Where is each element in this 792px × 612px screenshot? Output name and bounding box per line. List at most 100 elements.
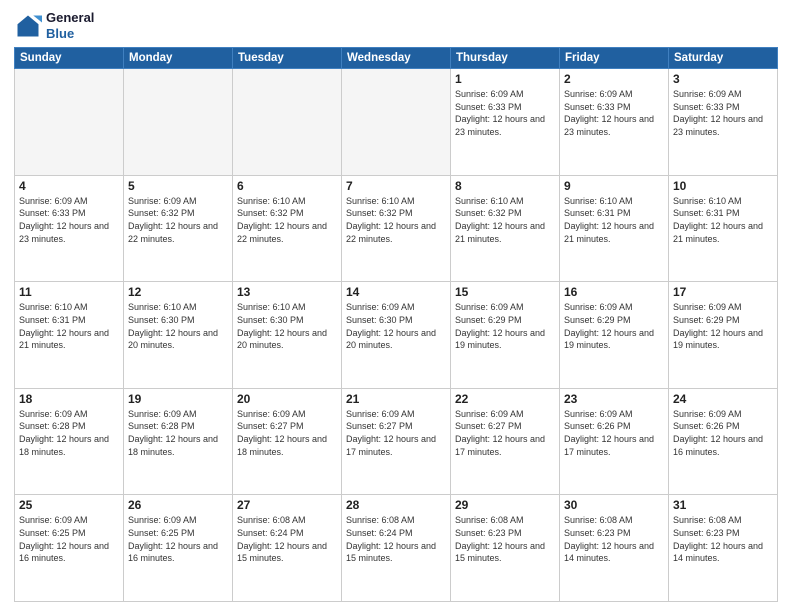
day-number: 13 [237, 285, 337, 299]
day-number: 28 [346, 498, 446, 512]
day-number: 2 [564, 72, 664, 86]
day-cell: 23 Sunrise: 6:09 AMSunset: 6:26 PMDayligh… [560, 388, 669, 495]
day-cell: 18 Sunrise: 6:09 AMSunset: 6:28 PMDayligh… [15, 388, 124, 495]
day-number: 7 [346, 179, 446, 193]
day-details: Sunrise: 6:09 AMSunset: 6:30 PMDaylight:… [346, 301, 446, 351]
logo: General Blue [14, 10, 94, 41]
day-details: Sunrise: 6:09 AMSunset: 6:29 PMDaylight:… [564, 301, 664, 351]
day-details: Sunrise: 6:09 AMSunset: 6:27 PMDaylight:… [237, 408, 337, 458]
day-cell: 15Sunrise: 6:09 AMSunset: 6:29 PMDayligh… [451, 282, 560, 389]
day-details: Sunrise: 6:09 AMSunset: 6:33 PMDaylight:… [564, 88, 664, 138]
day-details: Sunrise: 6:08 AMSunset: 6:24 PMDaylight:… [346, 514, 446, 564]
logo-icon [14, 12, 42, 40]
day-number: 9 [564, 179, 664, 193]
day-details: Sunrise: 6:09 AMSunset: 6:25 PMDaylight:… [19, 514, 119, 564]
day-cell: 5 Sunrise: 6:09 AMSunset: 6:32 PMDaylight… [124, 175, 233, 282]
day-cell: 6 Sunrise: 6:10 AMSunset: 6:32 PMDaylight… [233, 175, 342, 282]
day-cell: 12Sunrise: 6:10 AMSunset: 6:30 PMDayligh… [124, 282, 233, 389]
header-row: SundayMondayTuesdayWednesdayThursdayFrid… [15, 48, 778, 69]
calendar: SundayMondayTuesdayWednesdayThursdayFrid… [14, 47, 778, 602]
day-number: 1 [455, 72, 555, 86]
day-details: Sunrise: 6:09 AMSunset: 6:27 PMDaylight:… [346, 408, 446, 458]
day-details: Sunrise: 6:09 AMSunset: 6:32 PMDaylight:… [128, 195, 228, 245]
day-number: 10 [673, 179, 773, 193]
day-number: 19 [128, 392, 228, 406]
day-cell: 13 Sunrise: 6:10 AMSunset: 6:30 PMDayligh… [233, 282, 342, 389]
calendar-body: 1 Sunrise: 6:09 AMSunset: 6:33 PMDaylight… [15, 69, 778, 602]
day-cell: 7 Sunrise: 6:10 AMSunset: 6:32 PMDaylight… [342, 175, 451, 282]
day-cell: 27 Sunrise: 6:08 AMSunset: 6:24 PMDayligh… [233, 495, 342, 602]
day-number: 31 [673, 498, 773, 512]
day-details: Sunrise: 6:09 AMSunset: 6:28 PMDaylight:… [19, 408, 119, 458]
day-number: 20 [237, 392, 337, 406]
day-details: Sunrise: 6:09 AMSunset: 6:33 PMDaylight:… [455, 88, 555, 138]
logo-text: General Blue [46, 10, 94, 41]
day-number: 30 [564, 498, 664, 512]
day-details: Sunrise: 6:10 AMSunset: 6:31 PMDaylight:… [19, 301, 119, 351]
day-details: Sunrise: 6:10 AMSunset: 6:32 PMDaylight:… [237, 195, 337, 245]
day-details: Sunrise: 6:10 AMSunset: 6:30 PMDaylight:… [237, 301, 337, 351]
day-details: Sunrise: 6:10 AMSunset: 6:30 PMDaylight:… [128, 301, 228, 351]
day-number: 23 [564, 392, 664, 406]
day-number: 4 [19, 179, 119, 193]
day-details: Sunrise: 6:09 AMSunset: 6:26 PMDaylight:… [564, 408, 664, 458]
header-day-friday: Friday [560, 48, 669, 69]
day-cell: 21 Sunrise: 6:09 AMSunset: 6:27 PMDayligh… [342, 388, 451, 495]
day-cell [342, 69, 451, 176]
day-cell: 17Sunrise: 6:09 AMSunset: 6:29 PMDayligh… [669, 282, 778, 389]
day-details: Sunrise: 6:10 AMSunset: 6:32 PMDaylight:… [455, 195, 555, 245]
day-cell: 20 Sunrise: 6:09 AMSunset: 6:27 PMDayligh… [233, 388, 342, 495]
day-cell: 3Sunrise: 6:09 AMSunset: 6:33 PMDaylight… [669, 69, 778, 176]
week-row-3: 18 Sunrise: 6:09 AMSunset: 6:28 PMDayligh… [15, 388, 778, 495]
day-details: Sunrise: 6:08 AMSunset: 6:23 PMDaylight:… [673, 514, 773, 564]
day-number: 16 [564, 285, 664, 299]
day-cell: 19Sunrise: 6:09 AMSunset: 6:28 PMDayligh… [124, 388, 233, 495]
day-number: 6 [237, 179, 337, 193]
header-day-monday: Monday [124, 48, 233, 69]
day-number: 26 [128, 498, 228, 512]
day-details: Sunrise: 6:09 AMSunset: 6:27 PMDaylight:… [455, 408, 555, 458]
day-cell: 9 Sunrise: 6:10 AMSunset: 6:31 PMDaylight… [560, 175, 669, 282]
day-details: Sunrise: 6:08 AMSunset: 6:24 PMDaylight:… [237, 514, 337, 564]
day-cell: 28 Sunrise: 6:08 AMSunset: 6:24 PMDayligh… [342, 495, 451, 602]
header-day-wednesday: Wednesday [342, 48, 451, 69]
day-cell: 22Sunrise: 6:09 AMSunset: 6:27 PMDayligh… [451, 388, 560, 495]
day-cell: 24 Sunrise: 6:09 AMSunset: 6:26 PMDayligh… [669, 388, 778, 495]
day-cell: 11 Sunrise: 6:10 AMSunset: 6:31 PMDayligh… [15, 282, 124, 389]
week-row-2: 11 Sunrise: 6:10 AMSunset: 6:31 PMDayligh… [15, 282, 778, 389]
day-cell: 10 Sunrise: 6:10 AMSunset: 6:31 PMDayligh… [669, 175, 778, 282]
day-cell: 30Sunrise: 6:08 AMSunset: 6:23 PMDayligh… [560, 495, 669, 602]
day-number: 29 [455, 498, 555, 512]
week-row-0: 1 Sunrise: 6:09 AMSunset: 6:33 PMDaylight… [15, 69, 778, 176]
header: General Blue [14, 10, 778, 41]
day-details: Sunrise: 6:10 AMSunset: 6:31 PMDaylight:… [564, 195, 664, 245]
day-cell [233, 69, 342, 176]
day-details: Sunrise: 6:09 AMSunset: 6:25 PMDaylight:… [128, 514, 228, 564]
week-row-4: 25 Sunrise: 6:09 AMSunset: 6:25 PMDayligh… [15, 495, 778, 602]
day-details: Sunrise: 6:10 AMSunset: 6:31 PMDaylight:… [673, 195, 773, 245]
day-number: 15 [455, 285, 555, 299]
day-cell: 2 Sunrise: 6:09 AMSunset: 6:33 PMDaylight… [560, 69, 669, 176]
day-number: 18 [19, 392, 119, 406]
day-cell: 29Sunrise: 6:08 AMSunset: 6:23 PMDayligh… [451, 495, 560, 602]
day-cell: 31 Sunrise: 6:08 AMSunset: 6:23 PMDayligh… [669, 495, 778, 602]
day-number: 8 [455, 179, 555, 193]
day-number: 11 [19, 285, 119, 299]
day-number: 27 [237, 498, 337, 512]
day-number: 14 [346, 285, 446, 299]
calendar-header: SundayMondayTuesdayWednesdayThursdayFrid… [15, 48, 778, 69]
day-cell [15, 69, 124, 176]
day-number: 21 [346, 392, 446, 406]
page: General Blue SundayMondayTuesdayWednesda… [0, 0, 792, 612]
day-details: Sunrise: 6:10 AMSunset: 6:32 PMDaylight:… [346, 195, 446, 245]
day-cell: 16 Sunrise: 6:09 AMSunset: 6:29 PMDayligh… [560, 282, 669, 389]
day-cell: 25 Sunrise: 6:09 AMSunset: 6:25 PMDayligh… [15, 495, 124, 602]
day-number: 25 [19, 498, 119, 512]
day-number: 5 [128, 179, 228, 193]
day-number: 24 [673, 392, 773, 406]
day-details: Sunrise: 6:09 AMSunset: 6:26 PMDaylight:… [673, 408, 773, 458]
day-cell [124, 69, 233, 176]
day-cell: 8 Sunrise: 6:10 AMSunset: 6:32 PMDaylight… [451, 175, 560, 282]
day-cell: 1 Sunrise: 6:09 AMSunset: 6:33 PMDaylight… [451, 69, 560, 176]
day-number: 17 [673, 285, 773, 299]
